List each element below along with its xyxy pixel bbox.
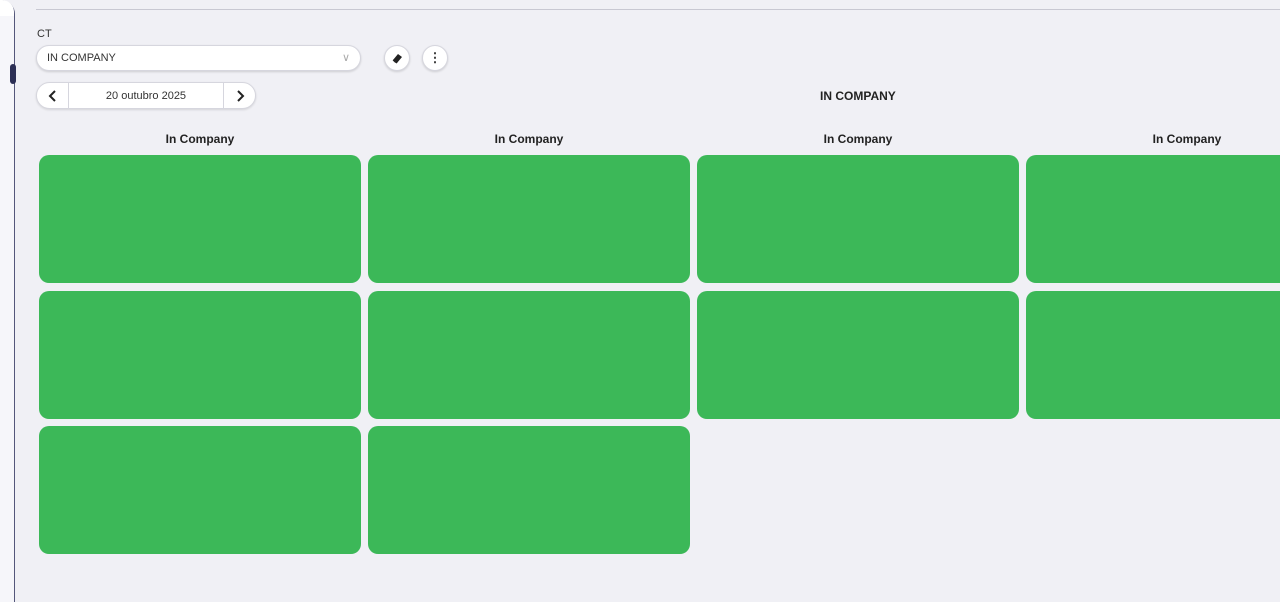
more-vertical-icon: ⋮	[428, 50, 442, 65]
column-header: In Company	[1152, 132, 1222, 146]
chevron-down-icon: ∨	[341, 52, 350, 64]
chevron-left-icon	[48, 89, 56, 102]
schedule-card[interactable]	[39, 426, 361, 554]
current-date[interactable]: 20 outubro 2025	[69, 90, 223, 102]
column-header: In Company	[165, 132, 235, 146]
company-select[interactable]: IN COMPANY ∨	[36, 45, 361, 71]
schedule-card[interactable]	[1026, 291, 1280, 419]
filter-label: CT	[37, 28, 52, 40]
rail-handle[interactable]	[10, 64, 16, 84]
schedule-card[interactable]	[368, 155, 690, 283]
column-header: In Company	[823, 132, 893, 146]
clear-filter-button[interactable]	[384, 45, 410, 71]
schedule-card[interactable]	[1026, 155, 1280, 283]
schedule-card[interactable]	[697, 155, 1019, 283]
more-options-button[interactable]: ⋮	[422, 45, 448, 71]
schedule-card[interactable]	[368, 426, 690, 554]
schedule-card[interactable]	[39, 155, 361, 283]
next-date-button[interactable]	[223, 83, 255, 108]
prev-date-button[interactable]	[37, 83, 69, 108]
schedule-card[interactable]	[368, 291, 690, 419]
schedule-card[interactable]	[697, 291, 1019, 419]
chevron-right-icon	[236, 89, 244, 102]
date-navigator: 20 outubro 2025	[36, 82, 256, 109]
eraser-icon	[392, 54, 402, 64]
top-divider	[36, 9, 1280, 10]
column-header: In Company	[494, 132, 564, 146]
schedule-card[interactable]	[39, 291, 361, 419]
company-select-value: IN COMPANY	[47, 52, 116, 64]
page-title: IN COMPANY	[820, 89, 896, 103]
left-rail	[0, 0, 15, 602]
